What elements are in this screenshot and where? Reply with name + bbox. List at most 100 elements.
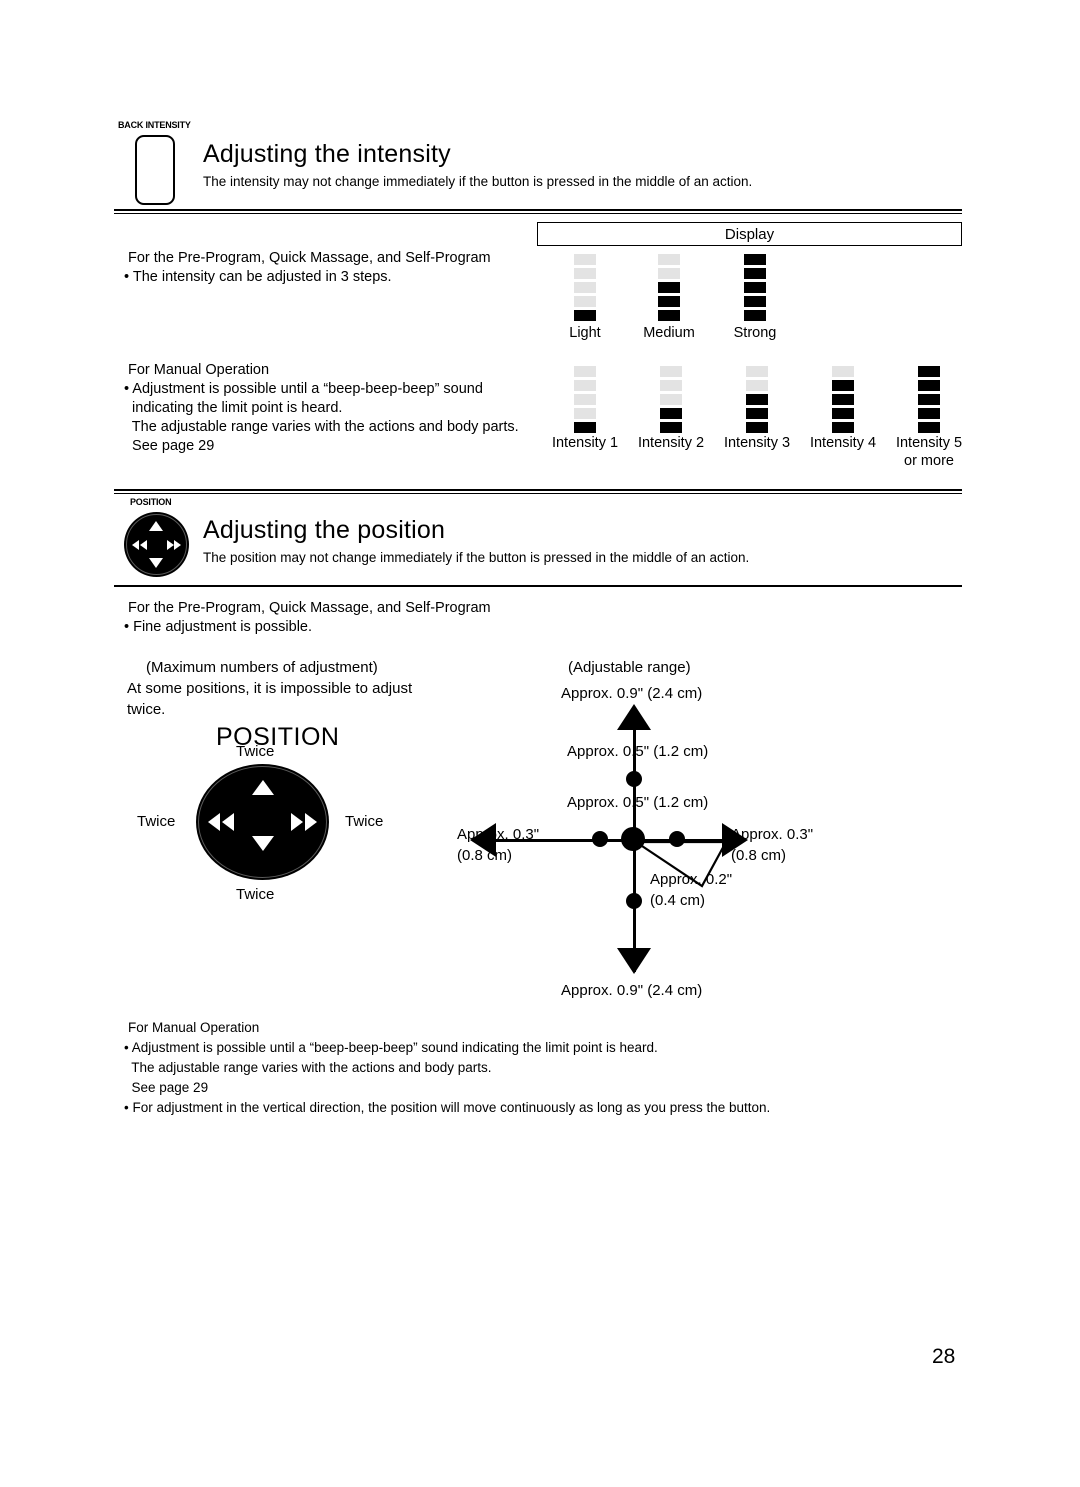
right-arrow-icon bbox=[167, 539, 174, 550]
preset-meter-1-segment-5 bbox=[658, 254, 680, 265]
position-preprogram-bullet: • Fine adjustment is possible. bbox=[124, 619, 313, 635]
dial-left-arrow-icon[interactable] bbox=[208, 813, 220, 831]
range-label-top-inner: Approx. 0.5" (1.2 cm) bbox=[567, 794, 709, 811]
manual-meter-0-label: Intensity 1 bbox=[551, 435, 619, 451]
manual-meter-3 bbox=[832, 366, 854, 436]
position-badge: POSITION bbox=[130, 497, 172, 507]
left-arrow-icon-2 bbox=[140, 539, 147, 550]
manual-meter-1-segment-3 bbox=[660, 394, 682, 405]
position-manual-line-2: See page 29 bbox=[124, 1080, 209, 1095]
dial-right-arrow-icon[interactable] bbox=[291, 813, 303, 831]
preset-meter-2-segment-2 bbox=[744, 296, 766, 307]
page-title-position: Adjusting the position bbox=[203, 516, 446, 544]
intensity-manual-heading: For Manual Operation bbox=[128, 362, 270, 378]
dial-title: POSITION bbox=[216, 723, 340, 751]
intensity-manual-line-2: The adjustable range varies with the act… bbox=[124, 419, 519, 435]
max-numbers-caption: (Maximum numbers of adjustment) bbox=[146, 659, 378, 676]
preset-meter-2-segment-1 bbox=[744, 310, 766, 321]
dial-label-left: Twice bbox=[137, 813, 176, 830]
down-arrow-icon bbox=[148, 558, 163, 568]
range-left-arrow-icon bbox=[470, 823, 496, 857]
manual-meter-3-segment-5 bbox=[832, 366, 854, 377]
preset-meter-1-segment-2 bbox=[658, 296, 680, 307]
divider-rule-1 bbox=[114, 209, 962, 214]
right-arrow-icon-2 bbox=[174, 539, 181, 550]
range-leader-line bbox=[632, 840, 728, 888]
manual-meter-3-segment-4 bbox=[832, 380, 854, 391]
range-dot-up bbox=[626, 771, 642, 787]
manual-meter-2-segment-5 bbox=[746, 366, 768, 377]
page-number: 28 bbox=[932, 1345, 956, 1368]
dial-left-arrow-icon-2[interactable] bbox=[222, 813, 234, 831]
manual-meter-4 bbox=[918, 366, 940, 436]
range-caption: (Adjustable range) bbox=[568, 659, 691, 676]
manual-meter-0-segment-1 bbox=[574, 422, 596, 433]
manual-meter-2-segment-3 bbox=[746, 394, 768, 405]
intensity-manual-line-1: indicating the limit point is heard. bbox=[124, 400, 343, 416]
manual-meter-0-segment-2 bbox=[574, 408, 596, 419]
dial-label-top: Twice bbox=[236, 743, 275, 760]
divider-rule-2 bbox=[114, 489, 962, 494]
manual-meter-0-segment-3 bbox=[574, 394, 596, 405]
position-subtitle: The position may not change immediately … bbox=[203, 550, 750, 565]
preset-meter-2-label: Strong bbox=[733, 325, 777, 341]
position-manual-heading: For Manual Operation bbox=[128, 1020, 260, 1035]
dial-label-right: Twice bbox=[345, 813, 384, 830]
preset-meter-0-label: Light bbox=[569, 325, 601, 341]
preset-meter-0-segment-4 bbox=[574, 268, 596, 279]
manual-meter-3-segment-2 bbox=[832, 408, 854, 419]
position-preprogram-heading: For the Pre-Program, Quick Massage, and … bbox=[128, 600, 491, 616]
preset-meter-0-segment-2 bbox=[574, 296, 596, 307]
manual-meter-0-segment-5 bbox=[574, 366, 596, 377]
preset-meter-1-segment-3 bbox=[658, 282, 680, 293]
max-numbers-note: At some positions, it is impossible to a… bbox=[127, 680, 413, 718]
intensity-manual-line-3: See page 29 bbox=[124, 438, 215, 454]
manual-meter-4-segment-4 bbox=[918, 380, 940, 391]
preset-meter-2 bbox=[744, 254, 766, 324]
manual-meter-4-segment-1 bbox=[918, 422, 940, 433]
divider-rule-3 bbox=[114, 585, 962, 587]
page-title-intensity: Adjusting the intensity bbox=[203, 140, 451, 168]
up-arrow-icon bbox=[148, 521, 163, 531]
dial-right-arrow-icon-2[interactable] bbox=[305, 813, 317, 831]
manual-meter-0-segment-4 bbox=[574, 380, 596, 391]
range-dot-left bbox=[592, 831, 608, 847]
position-manual-line-3: • For adjustment in the vertical directi… bbox=[124, 1100, 771, 1115]
range-label-top-mid: Approx. 0.5" (1.2 cm) bbox=[567, 743, 709, 760]
manual-meter-2 bbox=[746, 366, 768, 436]
preset-meter-0-segment-3 bbox=[574, 282, 596, 293]
manual-meter-2-segment-2 bbox=[746, 408, 768, 419]
preset-meter-1 bbox=[658, 254, 680, 324]
manual-meter-3-segment-1 bbox=[832, 422, 854, 433]
position-manual-line-1: The adjustable range varies with the act… bbox=[124, 1060, 492, 1075]
dial-up-arrow-icon[interactable] bbox=[251, 780, 274, 795]
manual-meter-1-segment-1 bbox=[660, 422, 682, 433]
manual-meter-1-segment-4 bbox=[660, 380, 682, 391]
manual-meter-0 bbox=[574, 366, 596, 436]
range-label-bottom-outer: Approx. 0.9" (2.4 cm) bbox=[561, 982, 703, 999]
display-table-header: Display bbox=[537, 222, 962, 246]
manual-meter-1 bbox=[660, 366, 682, 436]
manual-meter-4-segment-3 bbox=[918, 394, 940, 405]
preset-meter-2-segment-3 bbox=[744, 282, 766, 293]
manual-meter-3-segment-3 bbox=[832, 394, 854, 405]
intensity-subtitle: The intensity may not change immediately… bbox=[203, 174, 753, 189]
manual-meter-4-segment-5 bbox=[918, 366, 940, 377]
preset-meter-2-segment-5 bbox=[744, 254, 766, 265]
preset-meter-1-label: Medium bbox=[643, 325, 695, 341]
back-intensity-button-icon bbox=[135, 135, 175, 205]
position-button-icon bbox=[124, 512, 189, 577]
manual-meter-2-segment-1 bbox=[746, 422, 768, 433]
intensity-preprogram-heading: For the Pre-Program, Quick Massage, and … bbox=[128, 250, 491, 266]
manual-meter-1-segment-5 bbox=[660, 366, 682, 377]
dial-label-bottom: Twice bbox=[236, 886, 275, 903]
manual-meter-1-segment-2 bbox=[660, 408, 682, 419]
dial-down-arrow-icon[interactable] bbox=[251, 836, 274, 851]
position-dial[interactable] bbox=[196, 764, 329, 880]
manual-meter-1-label: Intensity 2 bbox=[637, 435, 705, 451]
left-arrow-icon bbox=[132, 539, 139, 550]
position-manual-line-0: • Adjustment is possible until a “beep-b… bbox=[124, 1040, 658, 1055]
preset-meter-0 bbox=[574, 254, 596, 324]
preset-meter-0-segment-5 bbox=[574, 254, 596, 265]
preset-meter-1-segment-4 bbox=[658, 268, 680, 279]
